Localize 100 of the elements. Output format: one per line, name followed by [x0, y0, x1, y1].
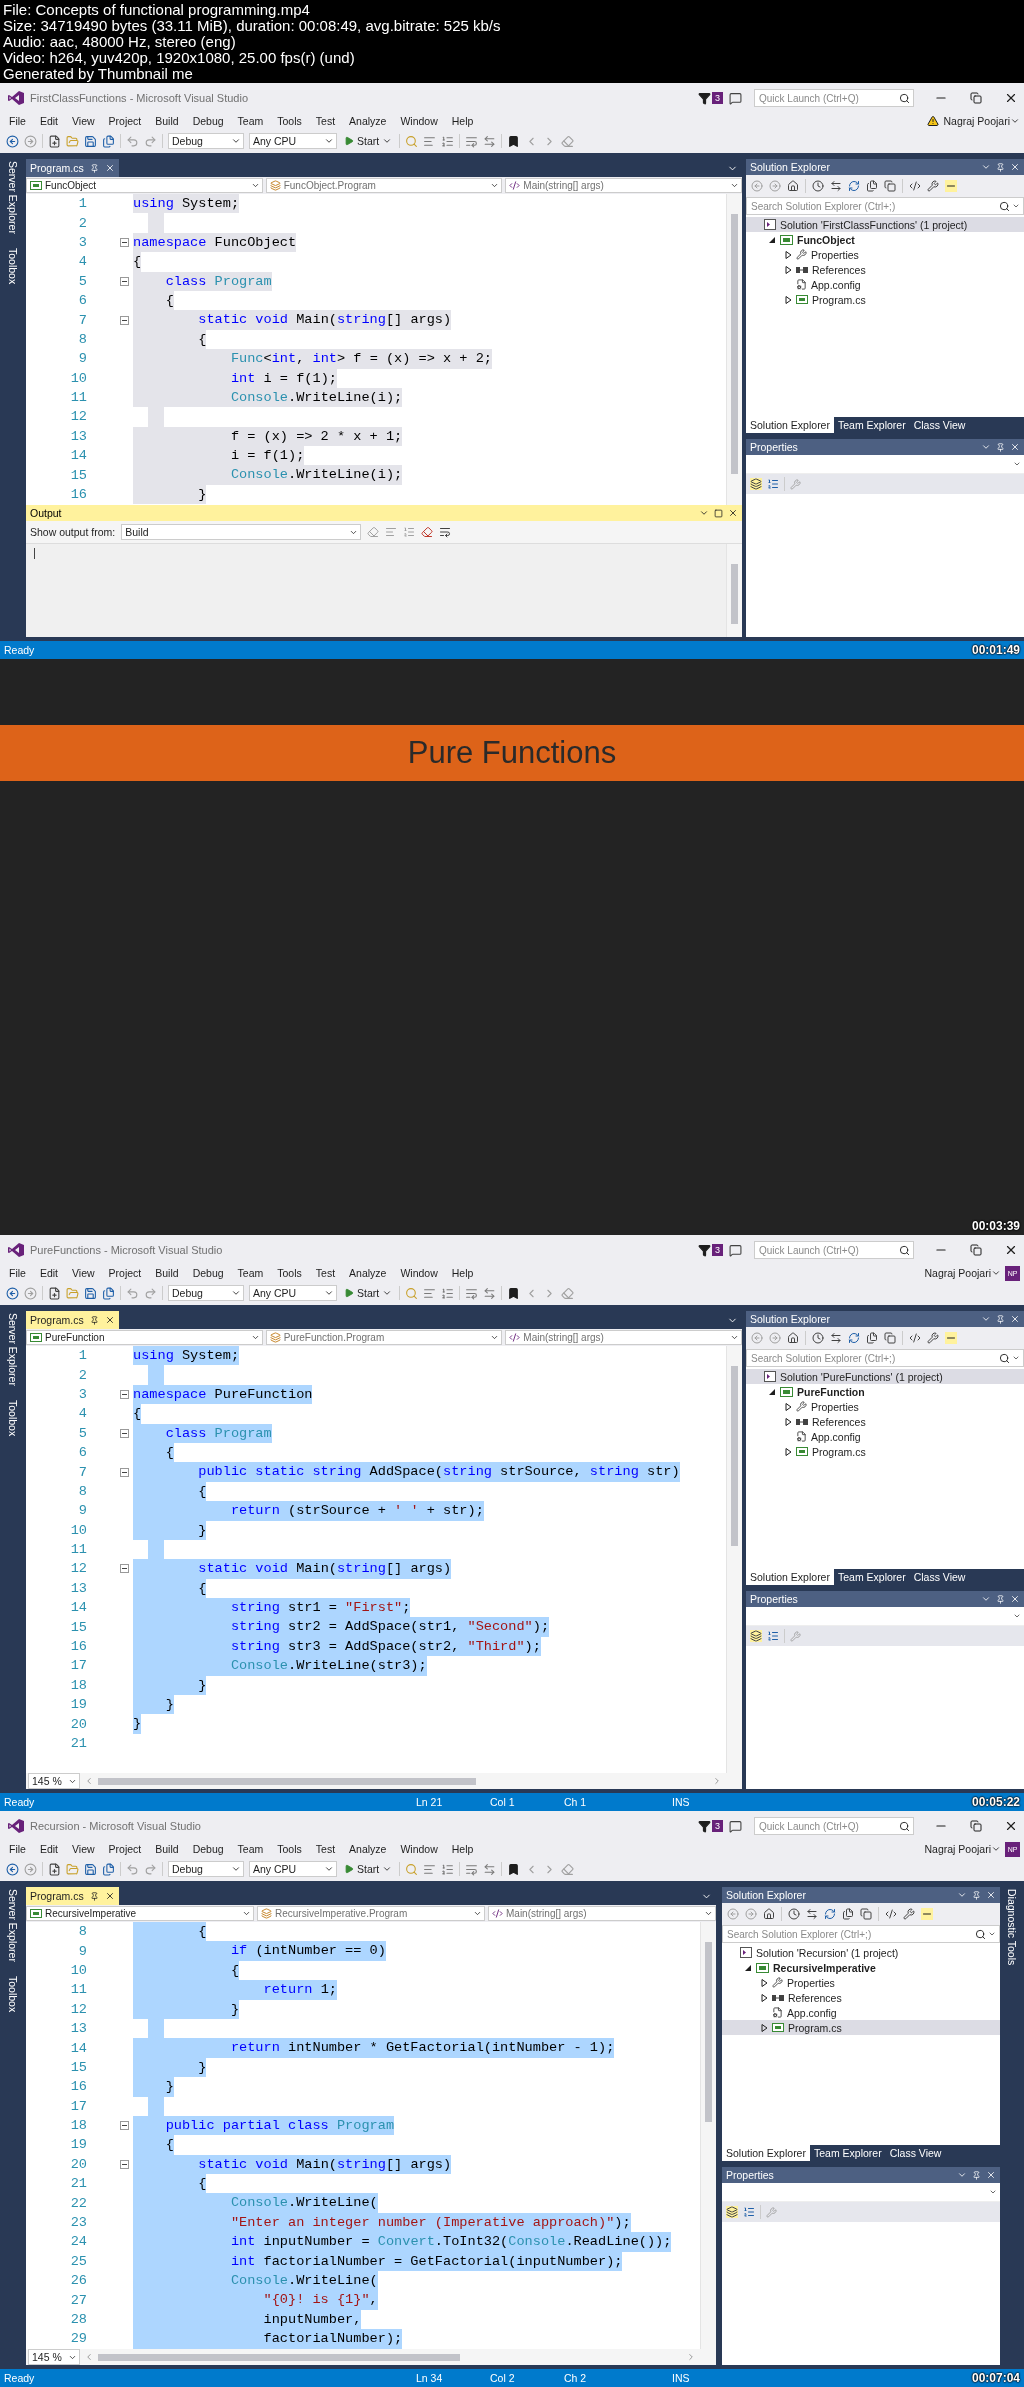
alphabetical-icon[interactable] — [767, 478, 779, 490]
side-tab[interactable]: Server Explorer — [7, 161, 19, 234]
platform-dropdown[interactable]: Any CPU — [249, 1861, 337, 1877]
caret-icon[interactable] — [957, 1890, 967, 1900]
navigation-dropdown[interactable]: FuncObject.Program — [265, 178, 503, 193]
sync-icon[interactable] — [830, 180, 842, 192]
zoom-dropdown[interactable]: 145 % — [28, 2349, 80, 2365]
tree-item[interactable]: Solution 'FirstClassFunctions' (1 project) — [746, 217, 1024, 232]
pin-icon[interactable] — [996, 1594, 1005, 1604]
menu-item[interactable]: Build — [148, 115, 186, 127]
speech-bubble-icon[interactable] — [729, 1819, 742, 1833]
categorized-icon[interactable] — [750, 478, 762, 490]
tree-arrow-icon[interactable] — [784, 250, 792, 259]
tree-item[interactable]: Properties — [746, 1399, 1024, 1414]
document-tab[interactable]: Program.cs — [26, 1311, 119, 1329]
tree-item[interactable]: Program.cs — [746, 1444, 1024, 1459]
wrench-icon[interactable] — [927, 180, 939, 192]
close-icon[interactable] — [1004, 91, 1018, 105]
close-icon[interactable] — [1004, 1819, 1018, 1833]
maximize-icon[interactable] — [714, 508, 723, 518]
home-icon[interactable] — [787, 1332, 799, 1344]
uncomment-icon[interactable] — [483, 1862, 497, 1876]
scrollbar[interactable] — [726, 194, 742, 505]
panel-tab[interactable]: Team Explorer — [833, 1569, 910, 1585]
menu-item[interactable]: File — [2, 115, 33, 127]
menu-item[interactable]: View — [65, 1843, 102, 1855]
refresh-icon[interactable] — [848, 180, 860, 192]
start-button[interactable]: Start — [342, 1287, 395, 1299]
menu-item[interactable]: Window — [393, 115, 445, 127]
refresh-icon[interactable] — [848, 1332, 860, 1344]
wrench-icon[interactable] — [927, 1332, 939, 1344]
show-files-icon[interactable] — [860, 1908, 872, 1920]
sync-icon[interactable] — [830, 1332, 842, 1344]
menu-item[interactable]: Project — [101, 1843, 149, 1855]
tree-item[interactable]: App.config — [746, 1429, 1024, 1444]
panel-tab[interactable]: Team Explorer — [833, 417, 910, 433]
menu-item[interactable]: Test — [308, 1267, 343, 1279]
menu-item[interactable]: Project — [101, 115, 149, 127]
clock-icon[interactable] — [812, 180, 824, 192]
caret-icon[interactable] — [981, 442, 991, 452]
code-icon[interactable] — [909, 180, 921, 192]
home-icon[interactable] — [787, 180, 799, 192]
refresh-icon[interactable] — [824, 1908, 836, 1920]
side-tab[interactable]: Diagnostic Tools — [1006, 1889, 1018, 1966]
collapse-all-icon[interactable] — [866, 180, 878, 192]
close-icon[interactable] — [1004, 1243, 1018, 1257]
side-tab[interactable]: Toolbox — [7, 247, 19, 285]
warning-icon[interactable] — [927, 115, 940, 127]
bookmark-icon[interactable] — [507, 1286, 521, 1300]
menu-item[interactable]: File — [2, 1843, 33, 1855]
search-field[interactable]: Search Solution Explorer (Ctrl+;) — [746, 1349, 1024, 1367]
tree-arrow-icon[interactable] — [760, 1993, 768, 2002]
start-button[interactable]: Start — [342, 1863, 395, 1875]
menu-item[interactable]: Test — [308, 1843, 343, 1855]
caret-icon[interactable] — [957, 2170, 967, 2180]
tree-item[interactable]: References — [722, 1990, 1000, 2005]
scrollbar[interactable] — [700, 1922, 716, 2349]
menu-item[interactable]: Tools — [270, 1267, 309, 1279]
tree-arrow-icon[interactable] — [760, 1978, 768, 1987]
save-all-icon[interactable] — [102, 1862, 115, 1876]
menu-item[interactable]: Analyze — [342, 1843, 394, 1855]
tree-item[interactable]: PureFunction — [746, 1384, 1024, 1399]
speech-bubble-icon[interactable] — [729, 1243, 742, 1257]
navigation-dropdown[interactable]: RecursiveImperative — [26, 1906, 254, 1921]
categorized-icon[interactable] — [726, 2206, 738, 2218]
tree-item[interactable]: App.config — [746, 277, 1024, 292]
comment-icon[interactable] — [465, 1286, 479, 1300]
restore-icon[interactable] — [970, 92, 982, 104]
pin-icon[interactable] — [996, 162, 1005, 172]
menu-item[interactable]: View — [65, 1267, 102, 1279]
tree-arrow-icon[interactable] — [784, 1417, 792, 1426]
user-name[interactable]: Nagraj Poojari — [943, 115, 1010, 127]
collapse-icon[interactable] — [120, 1428, 129, 1438]
pin-icon[interactable] — [972, 1890, 981, 1900]
side-tab[interactable]: Toolbox — [7, 1975, 19, 2013]
save-all-icon[interactable] — [102, 134, 115, 148]
caret-icon[interactable] — [699, 508, 709, 518]
collapse-icon[interactable] — [120, 276, 129, 286]
save-icon[interactable] — [84, 1862, 97, 1876]
save-all-icon[interactable] — [102, 1286, 115, 1300]
show-files-icon[interactable] — [884, 180, 896, 192]
wrench-icon[interactable] — [903, 1908, 915, 1920]
menu-item[interactable]: Debug — [185, 115, 231, 127]
outdent-icon[interactable] — [423, 134, 437, 148]
restore-icon[interactable] — [970, 1820, 982, 1832]
user-name[interactable]: Nagraj Poojari — [924, 1267, 991, 1279]
indent-icon[interactable] — [441, 1286, 455, 1300]
save-icon[interactable] — [84, 134, 97, 148]
output-source-dropdown[interactable]: Build — [121, 524, 362, 540]
tree-item[interactable]: App.config — [722, 2005, 1000, 2020]
preview-icon[interactable] — [945, 1332, 957, 1344]
side-tab[interactable]: Server Explorer — [7, 1889, 19, 1962]
panel-tab[interactable]: Solution Explorer — [746, 1569, 834, 1585]
menu-item[interactable]: Help — [444, 115, 481, 127]
uncomment-icon[interactable] — [483, 1286, 497, 1300]
save-icon[interactable] — [84, 1286, 97, 1300]
clock-icon[interactable] — [788, 1908, 800, 1920]
menu-item[interactable]: Debug — [185, 1267, 231, 1279]
platform-dropdown[interactable]: Any CPU — [249, 1285, 337, 1301]
new-project-icon[interactable] — [48, 1862, 61, 1876]
